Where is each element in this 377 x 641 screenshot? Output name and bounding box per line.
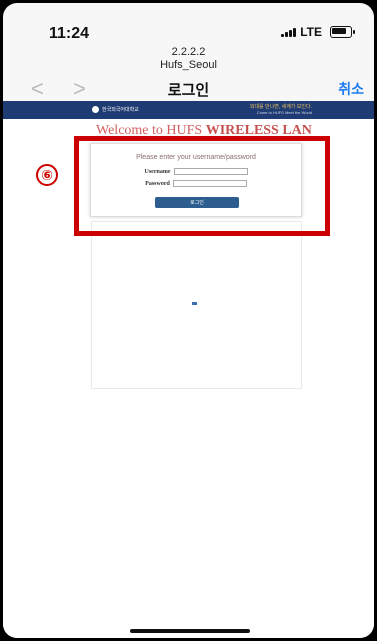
university-banner: 한국외국어대학교 외대를 만나면, 세계가 보인다. Come to HUFS … — [3, 101, 374, 119]
battery-icon — [330, 26, 355, 38]
network-label: LTE — [300, 25, 322, 39]
signal-icon — [281, 27, 297, 37]
phone-screen: 11:24 LTE 2.2.2.2 Hufs_Seoul < > 로그인 취소 … — [3, 3, 374, 638]
status-bar-right: LTE — [281, 25, 355, 39]
university-logo: 한국외국어대학교 — [91, 105, 139, 114]
university-slogan: 외대를 만나면, 세계가 보인다. Come to HUFS Meet the … — [250, 103, 312, 115]
slogan-subtext: Come to HUFS Meet the World — [256, 110, 312, 115]
cancel-button[interactable]: 취소 — [338, 79, 364, 99]
nav-ip-address: 2.2.2.2 — [171, 46, 206, 58]
university-name: 한국외국어대학교 — [102, 107, 139, 113]
highlight-box — [74, 136, 330, 236]
status-time: 11:24 — [49, 25, 90, 42]
university-emblem-icon — [91, 105, 100, 114]
content-frame — [91, 221, 302, 389]
home-indicator[interactable] — [130, 629, 250, 633]
loading-indicator-icon — [192, 302, 197, 305]
page-title: 로그인 — [167, 82, 210, 99]
nav-ssid: Hufs_Seoul — [160, 59, 217, 71]
step-number-badge: ⑥ — [36, 164, 58, 186]
